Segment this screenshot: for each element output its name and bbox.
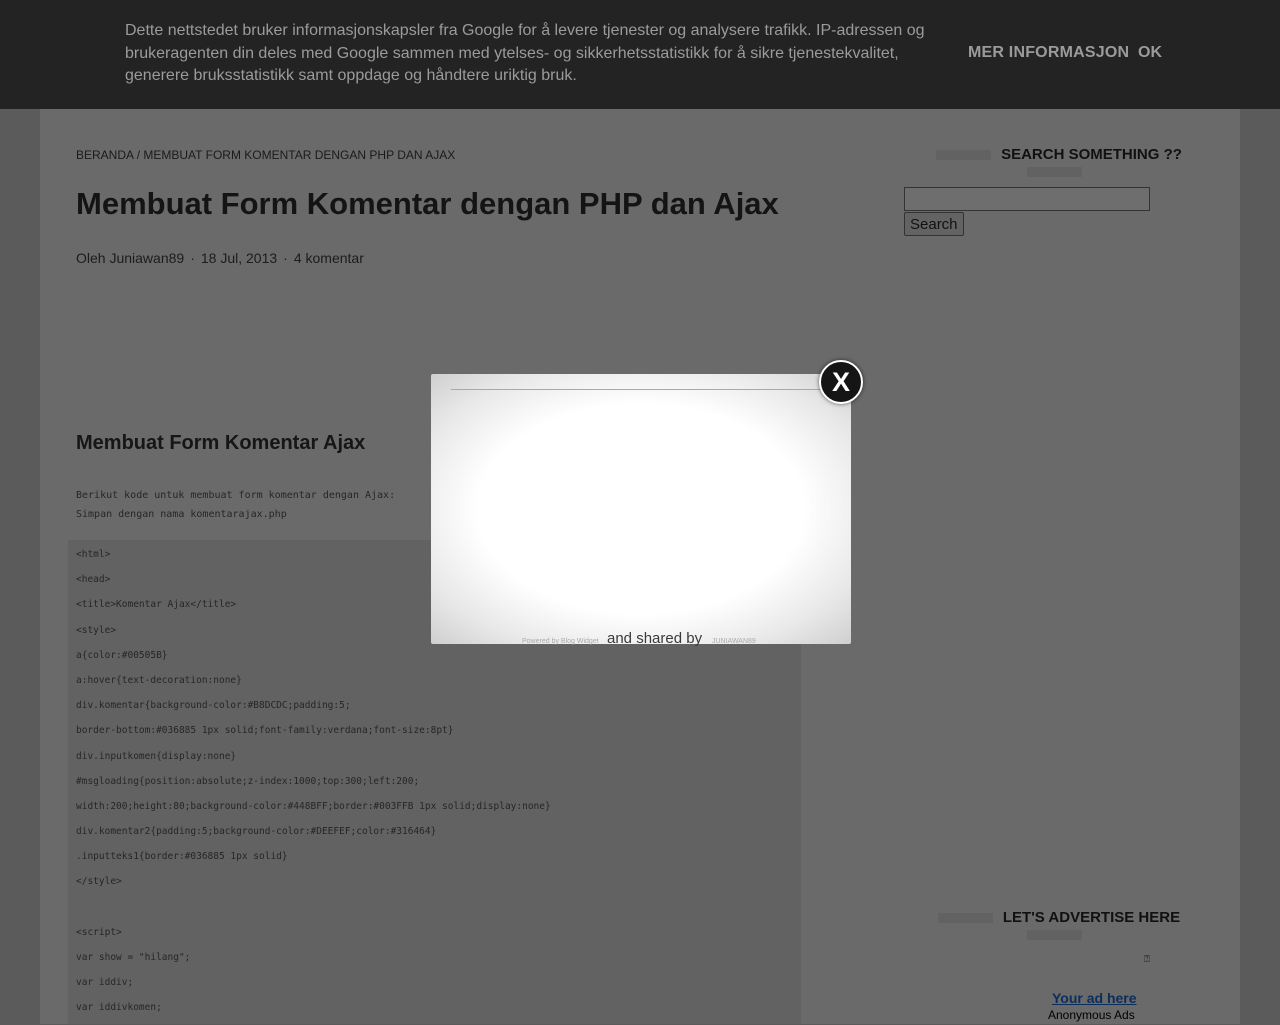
more-info-button[interactable]: MER INFORMASJON (968, 44, 1129, 62)
code-line: var iddiv; (76, 977, 134, 989)
popup-modal (431, 374, 851, 644)
intro-line: Berikut kode untuk membuat form komentar… (76, 490, 396, 501)
search-button[interactable]: Search (904, 212, 964, 236)
code-line: div.komentar{background-color:#B8DCDC;pa… (76, 700, 351, 712)
code-line: border-bottom:#036885 1px solid;font-fam… (76, 725, 454, 737)
title-decoration (936, 150, 992, 161)
search-widget-title-text: SEARCH SOMETHING ?? (1001, 146, 1182, 163)
cookie-message: Dette nettstedet bruker informasjonskaps… (125, 22, 925, 84)
title-decoration (1026, 167, 1082, 178)
modal-shared-text: and shared by (607, 630, 703, 647)
code-line: width:200;height:80;background-color:#44… (76, 800, 551, 812)
post-title: Membuat Form Komentar dengan PHP dan Aja… (76, 186, 779, 221)
post-intro: Berikut kode untuk membuat form komentar… (76, 486, 395, 524)
code-line: var iddivkomen; (76, 1002, 162, 1014)
breadcrumb-separator: / (136, 148, 141, 162)
breadcrumb: BERANDA / MEMBUAT FORM KOMENTAR DENGAN P… (76, 148, 455, 162)
post-author[interactable]: Oleh Juniawan89 (76, 250, 184, 266)
ad-info-icon[interactable]: ⍰ (1141, 954, 1153, 966)
post-meta: Oleh Juniawan89 · 18 Jul, 2013 · 4 komentar (76, 250, 364, 266)
intro-line: Simpan dengan nama komentarajax.php (76, 509, 287, 520)
search-widget-title: SEARCH SOMETHING ?? (904, 146, 1204, 180)
code-line: a:hover{text-decoration:none} (76, 674, 242, 686)
modal-author-link[interactable]: JUNIAWAN89 (712, 638, 756, 645)
title-decoration (937, 913, 993, 924)
code-line: var show = "hilang"; (76, 952, 191, 963)
code-line: div.inputkomen{display:none} (76, 750, 237, 762)
modal-close-button[interactable]: X (819, 360, 863, 404)
modal-powered-by[interactable]: Powered by Blog Widget (522, 638, 599, 645)
code-line: </style> (76, 876, 122, 888)
search-input[interactable] (904, 187, 1150, 211)
advertise-widget-title: LET'S ADVERTISE HERE (904, 909, 1204, 943)
code-line: .inputteks1{border:#036885 1px solid} (76, 851, 288, 863)
code-line: <script> (76, 926, 122, 938)
ad-link[interactable]: Your ad here (1052, 990, 1137, 1006)
cookie-banner: Dette nettstedet bruker informasjonskaps… (0, 0, 1280, 109)
code-line: a{color:#00505B} (76, 649, 168, 661)
post-date[interactable]: 18 Jul, 2013 (201, 250, 277, 266)
breadcrumb-current: MEMBUAT FORM KOMENTAR DENGAN PHP DAN AJA… (143, 148, 456, 162)
section-heading: Membuat Form Komentar Ajax (76, 432, 366, 454)
meta-separator: · (283, 250, 288, 266)
ad-provider[interactable]: Anonymous Ads (1048, 1008, 1135, 1022)
meta-separator: · (190, 250, 195, 266)
title-decoration (1026, 930, 1082, 941)
post-comments-link[interactable]: 4 komentar (294, 250, 364, 266)
code-line: div.komentar2{padding:5;background-color… (76, 826, 437, 838)
advertise-widget-title-text: LET'S ADVERTISE HERE (1002, 909, 1181, 926)
ok-button[interactable]: OK (1138, 44, 1162, 62)
code-line: #msgloading{position:absolute;z-index:10… (76, 775, 420, 787)
modal-divider (451, 389, 821, 390)
breadcrumb-home-link[interactable]: BERANDA (76, 148, 133, 162)
